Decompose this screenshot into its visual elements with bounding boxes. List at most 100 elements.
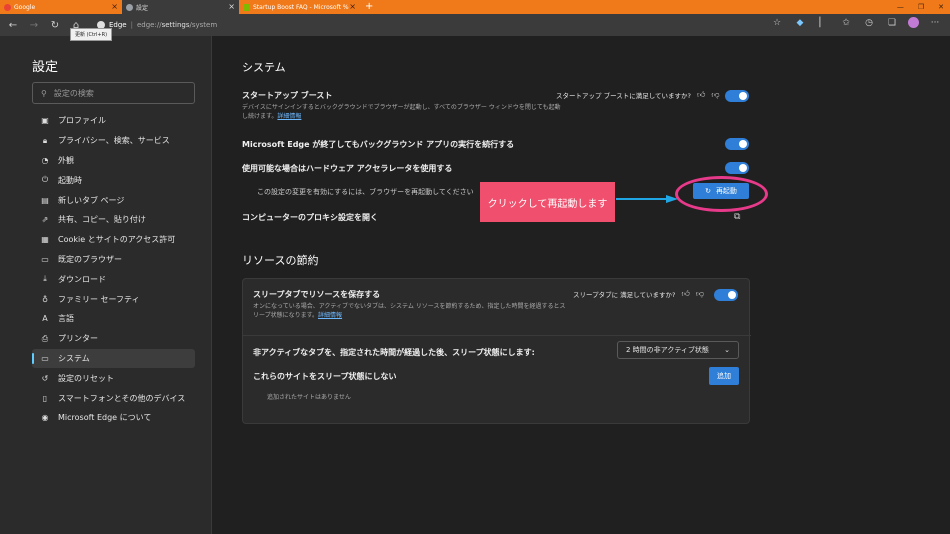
sidebar-item-printers[interactable]: ⎙ プリンター — [32, 329, 195, 349]
hardware-acceleration-title: 使用可能な場合はハードウェア アクセラレータを使用する — [242, 164, 453, 173]
url-prefix: edge:// — [136, 21, 162, 29]
language-icon: A — [42, 314, 48, 324]
palette-icon: ◔ — [41, 155, 49, 165]
annotation-arrow-icon — [616, 195, 678, 203]
close-window-icon[interactable]: ✕ — [938, 3, 944, 11]
computer-icon: ▭ — [41, 353, 49, 363]
sleeping-tabs-toggle[interactable] — [714, 289, 738, 301]
system-heading: システム — [242, 61, 286, 74]
annotation-callout: クリックして再起動します — [480, 182, 615, 222]
sidebar-title: 設定 — [32, 60, 59, 75]
thumbs-up-icon[interactable]: 👍︎ — [681, 289, 689, 299]
search-icon: ⚲ — [41, 88, 47, 98]
new-tab-button[interactable]: + — [360, 0, 378, 14]
download-icon: ⤓ — [43, 274, 47, 284]
tab-startup-boost-faq[interactable]: Startup Boost FAQ - Microsoft % × — [239, 0, 360, 14]
printer-icon: ⎙ — [41, 333, 49, 343]
card-divider — [243, 335, 751, 336]
tab-settings[interactable]: 設定 × — [122, 0, 239, 14]
google-favicon-icon — [4, 3, 11, 11]
reset-icon: ↺ — [41, 373, 49, 383]
settings-main: システム スタートアップ ブースト デバイスにサインインするとバックグラウンドで… — [212, 36, 950, 534]
open-external-icon[interactable]: ⧉ — [734, 212, 740, 222]
sidebar-item-new-tab[interactable]: ▤ 新しいタブ ページ — [32, 190, 195, 210]
sidebar-nav: ▣ プロファイル 🔒︎ プライバシー、検索、サービス ◔ 外観 ⏻ 起動時 ▤ 新しいタブ… — [32, 111, 195, 428]
hardware-acceleration-toggle[interactable] — [725, 162, 749, 174]
add-site-button[interactable]: 追加 — [709, 367, 739, 385]
sidebar-item-about[interactable]: ◉ Microsoft Edge について — [32, 408, 195, 428]
sidebar-item-reset[interactable]: ↺ 設定のリセット — [32, 368, 195, 388]
url-path: /system — [189, 21, 218, 29]
thumbs-down-icon[interactable]: 👎︎ — [711, 90, 719, 100]
sleeping-tabs-description: オンになっている場合、アクティブでないタブは、システム リソースを節約するため、… — [253, 303, 566, 319]
split-icon[interactable]: ▏ — [816, 18, 830, 28]
sidebar-item-languages[interactable]: A 言語 — [32, 309, 195, 329]
background-apps-title: Microsoft Edge が終了してもバックグラウンド アプリの実行を続行す… — [242, 140, 515, 149]
profile-icon: ▣ — [41, 116, 49, 126]
sleeping-tabs-learn-more-link[interactable]: 詳細情報 — [318, 312, 342, 319]
refresh-icon[interactable]: ↻ — [47, 17, 63, 33]
sidebar-item-default-browser[interactable]: ▭ 既定のブラウザー — [32, 250, 195, 270]
history-icon[interactable]: ◷ — [862, 18, 876, 28]
inactive-timeout-label: 非アクティブなタブを、指定された時間が経過した後、スリープ状態にします: — [253, 348, 535, 357]
sidebar-item-downloads[interactable]: ⤓ ダウンロード — [32, 269, 195, 289]
sidebar-item-appearance[interactable]: ◔ 外観 — [32, 151, 195, 171]
sleeping-tabs-feedback: スリープタブに 満足していますか? 👍︎ 👎︎ — [573, 289, 704, 299]
sidebar-item-share[interactable]: ⇗ 共有、コピー、貼り付け — [32, 210, 195, 230]
lock-icon: 🔒︎ — [42, 135, 48, 145]
toolbar-actions: ☆ ◆ ▏ ✩ ◷ ❏ ··· — [770, 17, 942, 28]
forward-icon[interactable]: → — [26, 17, 42, 33]
microsoft-favicon-icon — [243, 3, 250, 11]
thumbs-down-icon[interactable]: 👎︎ — [696, 289, 704, 299]
no-sites-message: 追加されたサイトはありません — [267, 394, 351, 401]
minimize-icon[interactable]: — — [897, 3, 904, 11]
cookie-icon: ▦ — [41, 235, 49, 245]
search-placeholder: 設定の検索 — [53, 88, 94, 98]
power-icon: ⏻ — [41, 175, 49, 185]
extension-icon[interactable]: ◆ — [793, 18, 807, 28]
sidebar-item-system[interactable]: ▭ システム — [32, 348, 195, 369]
restore-icon[interactable]: ❐ — [918, 3, 924, 11]
inactive-timeout-select[interactable]: 2 時間の非アクティブ状態 ⌄ — [617, 341, 739, 359]
sidebar-item-privacy[interactable]: 🔒︎ プライバシー、検索、サービス — [32, 131, 195, 151]
more-menu-icon[interactable]: ··· — [928, 18, 942, 28]
sleeping-tabs-title: スリープタブでリソースを保存する — [253, 290, 381, 299]
close-tab-icon[interactable]: × — [349, 2, 356, 11]
address-separator: | — [130, 21, 133, 29]
sidebar-item-family[interactable]: ♁ ファミリー セーフティ — [32, 289, 195, 309]
proxy-settings-title: コンピューターのプロキシ設定を開く — [242, 213, 378, 222]
resources-heading: リソースの節約 — [242, 254, 319, 267]
phone-icon: ▯ — [42, 393, 48, 403]
favorites-icon[interactable]: ✩ — [839, 18, 853, 28]
address-bar[interactable]: Edge | edge://settings/system — [97, 18, 217, 32]
startup-boost-feedback: スタートアップ ブーストに満足していますか? 👍︎ 👎︎ — [556, 90, 720, 100]
new-tab-page-icon: ▤ — [41, 195, 49, 205]
collections-icon[interactable]: ❏ — [885, 18, 899, 28]
tab-strip: Google × 設定 × Startup Boost FAQ - Micros… — [0, 0, 950, 14]
startup-boost-learn-more-link[interactable]: 詳細情報 — [277, 113, 301, 120]
url-host: settings — [161, 21, 190, 29]
address-url: edge://settings/system — [137, 21, 217, 29]
thumbs-up-icon[interactable]: 👍︎ — [697, 90, 705, 100]
sidebar-item-cookies[interactable]: ▦ Cookie とサイトのアクセス許可 — [32, 230, 195, 250]
close-tab-icon[interactable]: × — [111, 2, 118, 11]
startup-boost-title: スタートアップ ブースト — [242, 91, 333, 100]
settings-sidebar: 設定 ⚲ 設定の検索 ▣ プロファイル 🔒︎ プライバシー、検索、サービス ◔ 外観 … — [0, 36, 212, 534]
browser-icon: ▭ — [41, 254, 49, 264]
family-icon: ♁ — [42, 294, 48, 304]
back-icon[interactable]: ← — [5, 17, 21, 33]
sidebar-item-phone[interactable]: ▯ スマートフォンとその他のデバイス — [32, 388, 195, 408]
avatar[interactable] — [908, 17, 919, 28]
browser-toolbar: ← → ↻ ⌂ Edge | edge://settings/system ☆ … — [0, 14, 950, 36]
restart-note: この設定の変更を有効にするには、ブラウザーを再起動してください — [257, 188, 474, 196]
tab-google[interactable]: Google × — [0, 0, 122, 14]
settings-search-input[interactable]: ⚲ 設定の検索 — [32, 82, 195, 104]
sidebar-item-profiles[interactable]: ▣ プロファイル — [32, 111, 195, 131]
background-apps-toggle[interactable] — [725, 138, 749, 150]
sidebar-item-startup[interactable]: ⏻ 起動時 — [32, 170, 195, 190]
close-tab-icon[interactable]: × — [228, 2, 235, 11]
edge-logo-icon: ◉ — [41, 413, 49, 423]
startup-boost-toggle[interactable] — [725, 90, 749, 102]
favorite-star-icon[interactable]: ☆ — [770, 18, 784, 28]
gear-icon — [126, 3, 133, 11]
